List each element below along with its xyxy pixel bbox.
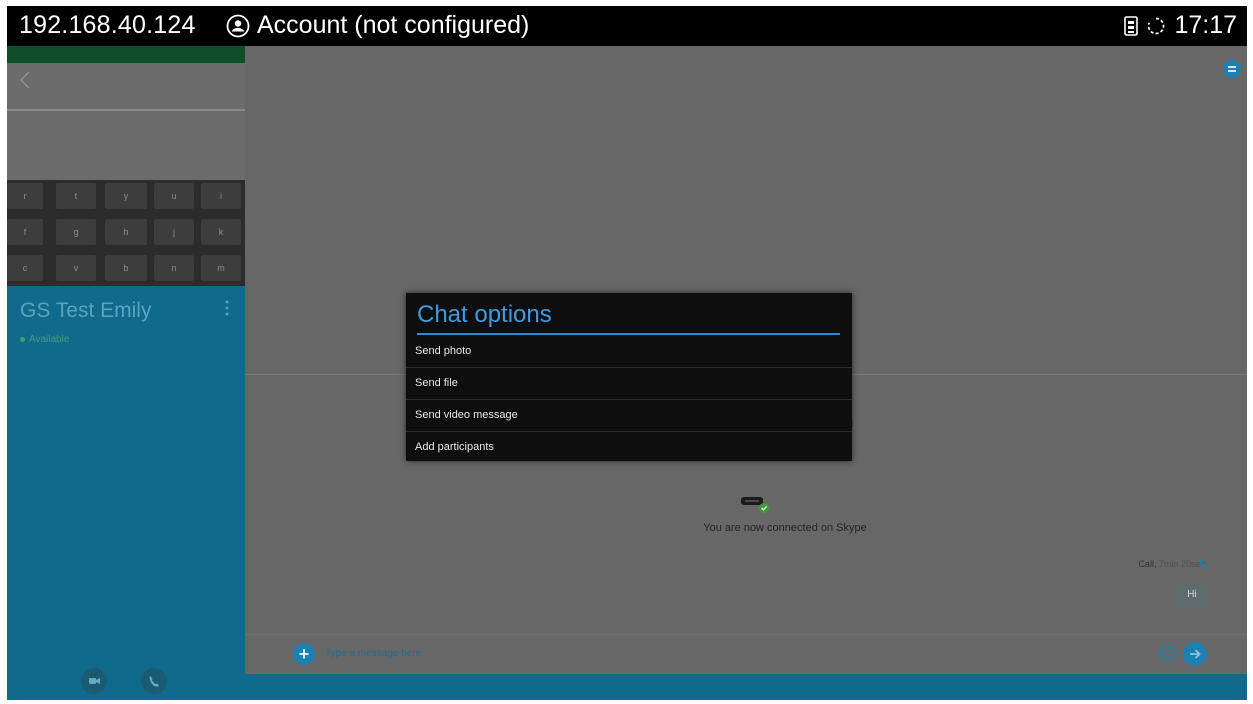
video-camera-icon (89, 678, 100, 684)
status-bar: 192.168.40.124 Account (not configured) (7, 6, 1247, 46)
ip-address: 192.168.40.124 (19, 11, 196, 39)
emoji-icon[interactable] (1159, 644, 1177, 667)
clock-time: 17:17 (1174, 11, 1237, 39)
chat-bubble-icon[interactable] (1223, 60, 1241, 78)
video-call-button[interactable] (81, 668, 107, 694)
option-label: Send video message (415, 409, 518, 421)
option-label: Add participants (415, 441, 494, 453)
keyboard-key[interactable]: c (7, 255, 43, 281)
call-actions (7, 666, 245, 700)
call-label: Call, (1138, 559, 1157, 569)
screen: 192.168.40.124 Account (not configured) (7, 6, 1247, 700)
sync-icon (1146, 16, 1166, 36)
chat-options-dialog: Chat options Send photo Send file Send v… (406, 293, 852, 461)
keyboard-key[interactable]: y (105, 183, 147, 209)
status-icons: 17:17 (1124, 11, 1237, 40)
dialog-title: Chat options (417, 301, 552, 328)
keyboard-key[interactable]: f (7, 219, 43, 245)
contact-card[interactable]: GS Test Emily Available (7, 286, 245, 700)
option-send-file[interactable]: Send file (406, 368, 852, 400)
option-send-video-message[interactable]: Send video message (406, 400, 852, 432)
keyboard-key[interactable]: j (154, 219, 194, 245)
message-composer: + Type a message here (245, 634, 1247, 675)
presence-status-label: Available (29, 334, 70, 345)
keyboard-key[interactable]: n (154, 255, 194, 281)
sidebar-top-strip (7, 46, 245, 63)
call-record: Call, 7min 20sec (1138, 559, 1205, 569)
bottom-bar (245, 674, 1247, 700)
arrow-right-icon (1190, 649, 1201, 659)
account-label[interactable]: Account (not configured) (257, 11, 529, 40)
message-bubble[interactable]: Hi (1177, 582, 1207, 608)
keyboard-key[interactable]: k (201, 219, 241, 245)
keyboard-row-2: f g h j k (7, 216, 245, 248)
keyboard-key[interactable]: g (56, 219, 96, 245)
option-send-photo[interactable]: Send photo (406, 336, 852, 368)
contact-name: GS Test Emily (20, 299, 152, 322)
send-button[interactable] (1183, 642, 1207, 666)
account-icon[interactable] (226, 14, 250, 38)
keyboard-key[interactable]: t (56, 183, 96, 209)
sim-card-icon (1124, 15, 1139, 36)
keyboard-key[interactable]: h (105, 219, 147, 245)
keyboard-row-1: r t y u i (7, 180, 245, 212)
back-arrow-icon[interactable] (19, 71, 31, 94)
more-options-icon[interactable] (225, 300, 229, 316)
presence-status: Available (20, 334, 69, 345)
keyboard-row-3: c v b n m (7, 252, 245, 284)
keyboard-key[interactable]: b (105, 255, 147, 281)
message-input[interactable]: Type a message here (325, 648, 421, 659)
keyboard-key[interactable]: r (7, 183, 43, 209)
keyboard-key[interactable]: m (201, 255, 241, 281)
presence-dot-icon (20, 336, 25, 342)
option-add-participants[interactable]: Add participants (406, 432, 852, 463)
option-label: Send file (415, 377, 458, 389)
keyboard-key[interactable]: v (56, 255, 96, 281)
call-record-phone-icon[interactable] (1197, 556, 1211, 575)
option-label: Send photo (415, 345, 472, 357)
connected-notice: You are now connected on Skype (703, 522, 867, 534)
sidebar: r t y u i f g h j k c v b n m GS Test Em… (7, 46, 245, 700)
phone-icon (149, 676, 159, 687)
add-content-button[interactable]: + (293, 643, 315, 665)
audio-call-button[interactable] (141, 668, 167, 694)
keyboard-key[interactable]: u (154, 183, 194, 209)
dialog-title-divider (417, 333, 840, 335)
on-screen-keyboard[interactable]: r t y u i f g h j k c v b n m (7, 180, 245, 286)
skype-connected-icon (740, 493, 770, 515)
search-underline (7, 109, 245, 111)
keyboard-key[interactable]: i (201, 183, 241, 209)
